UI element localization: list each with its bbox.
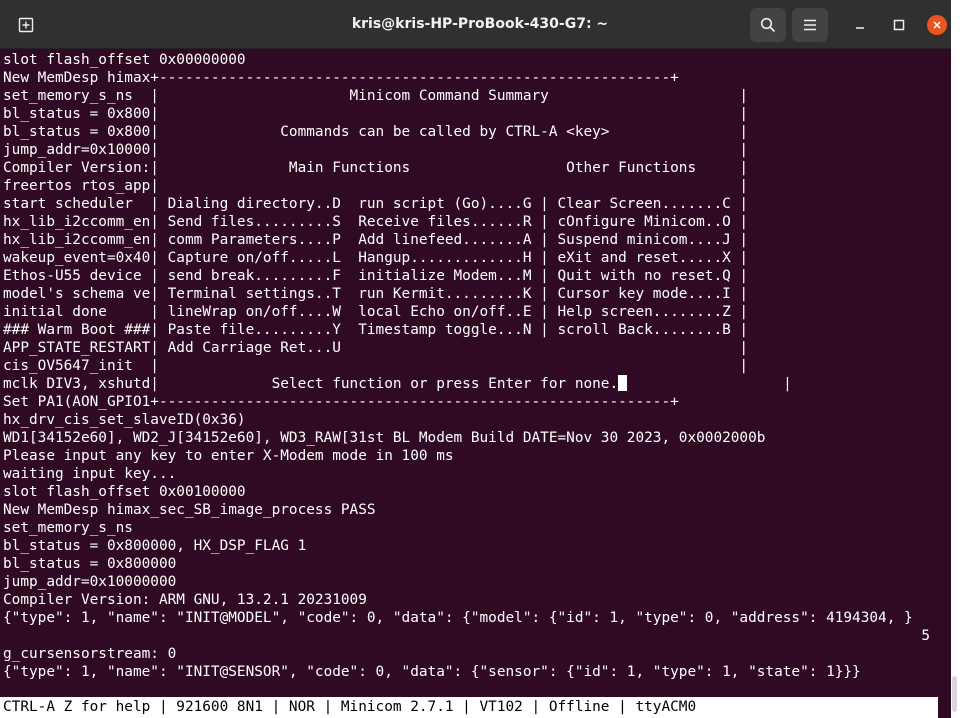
terminal-line: freertos rtos_app| | <box>3 178 749 194</box>
close-button[interactable] <box>927 15 947 35</box>
terminal-line: bl_status = 0x800000, HX_DSP_FLAG 1 <box>3 538 307 554</box>
background-window-edge <box>951 0 968 718</box>
terminal-line: {"type": 1, "name": "INIT@SENSOR", "code… <box>3 664 861 680</box>
terminal-line: {"type": 1, "name": "INIT@MODEL", "code"… <box>3 610 913 626</box>
terminal-line: bl_status = 0x800| Commands can be calle… <box>3 124 749 140</box>
terminal-line: Please input any key to enter X-Modem mo… <box>3 448 454 464</box>
terminal-line: Compiler Version:| Main Functions Other … <box>3 160 749 176</box>
terminal-output[interactable]: slot flash_offset 0x00000000 New MemDesp… <box>0 50 951 718</box>
minimize-button[interactable] <box>843 8 877 42</box>
terminal-line: hx_lib_i2ccomm_en| Send files.........S … <box>3 214 749 230</box>
menu-button[interactable] <box>792 8 828 42</box>
terminal-line: New MemDesp himax+----------------------… <box>3 70 679 86</box>
terminal-line: hx_lib_i2ccomm_en| comm Parameters....P … <box>3 232 749 248</box>
search-button[interactable] <box>750 8 786 42</box>
terminal-window: kris@kris-HP-ProBook-430-G7: ~ slot flas… <box>0 0 951 718</box>
maximize-button[interactable] <box>882 8 916 42</box>
select-prompt-text: mclk DIV3, xshutd| Select function or pr… <box>3 376 619 392</box>
terminal-line: set_memory_s_ns | Minicom Command Summar… <box>3 88 749 104</box>
terminal-line: ### Warm Boot ###| Paste file.........Y … <box>3 322 749 338</box>
scrollbar-thumb[interactable] <box>952 676 957 712</box>
terminal-line: jump_addr=0x10000| | <box>3 142 749 158</box>
minimize-icon <box>856 27 864 29</box>
terminal-line: wakeup_event=0x40| Capture on/off.....L … <box>3 250 749 266</box>
terminal-line: initial done | lineWrap on/off....W loca… <box>3 304 749 320</box>
terminal-line: Ethos-U55 device | send break.........F … <box>3 268 749 284</box>
terminal-line: 5 <box>3 628 931 644</box>
terminal-line: slot flash_offset 0x00000000 <box>3 52 246 68</box>
status-text: CTRL-A Z for help | 921600 8N1 | NOR | M… <box>3 699 697 715</box>
hamburger-menu-icon <box>804 19 816 31</box>
terminal-line: model's schema ve| Terminal settings..T … <box>3 286 749 302</box>
terminal-line: New MemDesp himax_sec_SB_image_process P… <box>3 502 376 518</box>
window-title: kris@kris-HP-ProBook-430-G7: ~ <box>351 16 609 32</box>
terminal-line: WD1[34152e60], WD2_J[34152e60], WD3_RAW[… <box>3 430 766 446</box>
new-tab-icon <box>18 17 34 33</box>
terminal-line: set_memory_s_ns <box>3 520 133 536</box>
terminal-line: slot flash_offset 0x00100000 <box>3 484 246 500</box>
terminal-line: g_cursensorstream: 0 <box>3 646 177 662</box>
terminal-line: Set PA1(AON_GPIO1+----------------------… <box>3 394 679 410</box>
close-icon <box>933 21 941 29</box>
new-tab-button[interactable] <box>8 8 44 42</box>
terminal-line: waiting input key... <box>3 466 177 482</box>
terminal-line: Compiler Version: ARM GNU, 13.2.1 202310… <box>3 592 367 608</box>
terminal-line-select-prompt: mclk DIV3, xshutd| Select function or pr… <box>3 375 792 393</box>
search-icon <box>760 17 776 33</box>
terminal-line: hx_drv_cis_set_slaveID(0x36) <box>3 412 246 428</box>
title-bar: kris@kris-HP-ProBook-430-G7: ~ <box>0 0 951 49</box>
terminal-line: cis_OV5647_init | | <box>3 358 749 374</box>
terminal-line: bl_status = 0x800| | <box>3 106 749 122</box>
text-cursor <box>618 375 628 391</box>
maximize-icon <box>893 19 905 31</box>
select-prompt-border: | <box>627 376 792 392</box>
minicom-status-bar: CTRL-A Z for help | 921600 8N1 | NOR | M… <box>0 697 938 718</box>
terminal-line: bl_status = 0x800000 <box>3 556 177 572</box>
terminal-line: APP_STATE_RESTART| Add Carriage Ret...U … <box>3 340 749 356</box>
terminal-line: start scheduler | Dialing directory..D r… <box>3 196 749 212</box>
terminal-line: jump_addr=0x10000000 <box>3 574 177 590</box>
